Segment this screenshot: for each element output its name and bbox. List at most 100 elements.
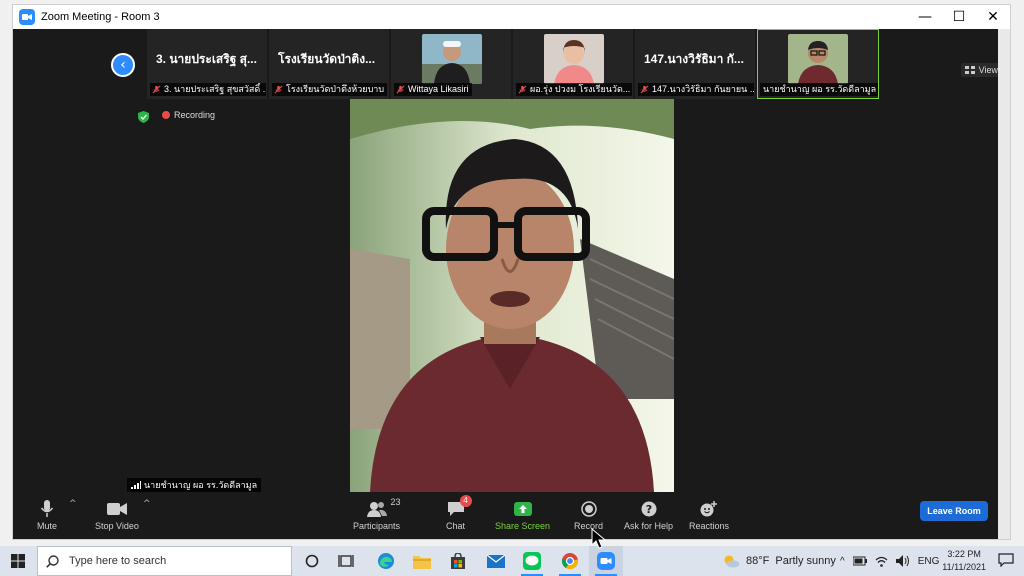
zoom-window: Zoom Meeting - Room 3 — ☐ ✕ ‹ 3. นายประเ…: [12, 4, 1011, 540]
participant-video-thumbnail: [544, 34, 604, 84]
cortana-circle-icon: [305, 554, 319, 568]
chat-label: Chat: [446, 521, 466, 531]
mic-muted-icon: [274, 85, 283, 94]
mic-muted-icon: [396, 85, 405, 94]
participant-name-label: Wittaya Likasiri: [394, 83, 472, 96]
taskbar-search-box[interactable]: Type here to search: [37, 546, 292, 576]
chat-button[interactable]: 4 Chat: [446, 495, 472, 531]
weather-temperature: 88°F: [746, 555, 770, 567]
edge-app[interactable]: [369, 546, 403, 576]
strip-prev-button[interactable]: ‹: [111, 53, 135, 77]
mouse-cursor-icon: [591, 528, 607, 549]
file-explorer-app[interactable]: [405, 546, 439, 576]
windows-taskbar: Type here to search 88°F Partly sunny ^ …: [0, 546, 1024, 576]
ask-for-help-button[interactable]: ? Ask for Help: [624, 499, 673, 531]
svg-text:?: ?: [645, 503, 651, 516]
search-placeholder: Type here to search: [69, 555, 167, 567]
record-icon: [580, 501, 597, 517]
participant-tile[interactable]: Wittaya Likasiri: [391, 29, 511, 99]
wifi-icon[interactable]: [875, 556, 888, 567]
participant-tile[interactable]: โรงเรียนวัดป่าติง... โรงเรียนวัดป่าตึงห้…: [269, 29, 389, 99]
cortana-button[interactable]: [295, 546, 329, 576]
speaker-volume-icon[interactable]: [895, 555, 910, 567]
active-speaker-tile[interactable]: นายชำนาญ ผอ รร.วัดดีลามูล: [757, 29, 879, 99]
mute-button[interactable]: Mute: [37, 499, 57, 531]
speaker-name-text: นายชำนาญ ผอ รร.วัดดีลามูล: [144, 480, 258, 490]
minimize-button[interactable]: —: [908, 5, 942, 29]
vertical-scrollbar[interactable]: [998, 29, 1010, 539]
audio-options-caret[interactable]: ^: [69, 499, 77, 509]
microphone-icon: [41, 500, 53, 517]
view-button[interactable]: View: [960, 63, 1002, 77]
signal-strength-icon: [131, 481, 141, 489]
recording-label: Recording: [174, 110, 216, 120]
battery-icon[interactable]: [852, 556, 867, 566]
shield-check-icon[interactable]: [138, 111, 149, 123]
participant-display-name: 147.นางวิรัธิมา กั...: [644, 52, 744, 66]
participants-label: Participants: [353, 521, 401, 531]
participant-video-thumbnail: [422, 34, 482, 84]
reactions-button[interactable]: Reactions: [689, 499, 729, 531]
title-bar: Zoom Meeting - Room 3 — ☐ ✕: [13, 5, 1010, 29]
action-center-notification-icon[interactable]: [998, 553, 1014, 567]
windows-logo-icon: [11, 554, 25, 568]
meeting-toolbar: Mute ^ Stop Video ^ 23 Participants 4 Ch…: [13, 493, 998, 539]
participant-name-text: นายชำนาญ ผอ รร.วัดดีลามูล: [763, 84, 877, 94]
video-options-caret[interactable]: ^: [143, 499, 151, 509]
mic-muted-icon: [518, 85, 527, 94]
participant-name-text: Wittaya Likasiri: [408, 84, 469, 94]
chrome-app[interactable]: [553, 546, 587, 576]
start-button[interactable]: [0, 546, 36, 576]
participant-display-name: โรงเรียนวัดป่าติง...: [278, 52, 376, 66]
ask-for-help-label: Ask for Help: [624, 521, 674, 531]
participants-icon: [366, 502, 387, 517]
recording-indicator: Recording: [162, 110, 215, 120]
help-question-icon: ?: [641, 501, 657, 517]
mail-app[interactable]: [479, 546, 513, 576]
participant-tile[interactable]: 147.นางวิรัธิมา กั... 147.นางวิรัธิมา กั…: [635, 29, 755, 99]
participant-name-text: โรงเรียนวัดป่าตึงห้วยบาบ: [286, 84, 385, 94]
participant-tile[interactable]: ผอ.รุ่ง ปวงม โรงเรียนวัด...: [513, 29, 633, 99]
close-button[interactable]: ✕: [976, 5, 1010, 29]
record-button[interactable]: Record: [574, 499, 603, 531]
show-hidden-icons-chevron-icon[interactable]: ^: [840, 556, 845, 567]
store-app[interactable]: [441, 546, 475, 576]
speaker-name-label: นายชำนาญ ผอ รร.วัดดีลามูล: [127, 478, 262, 492]
chrome-browser-icon: [561, 553, 579, 570]
maximize-button[interactable]: ☐: [942, 5, 976, 29]
video-camera-icon: [106, 503, 127, 515]
smiley-plus-icon: [700, 501, 718, 517]
task-view-button[interactable]: [329, 546, 363, 576]
stop-video-button[interactable]: Stop Video: [95, 499, 139, 531]
participant-name-text: ผอ.รุ่ง ปวงม โรงเรียนวัด...: [530, 84, 631, 94]
zoom-app-taskbar-icon: [597, 552, 615, 570]
participant-name-text: 3. นายประเสริฐ สุขสวัสดิ์ ...: [164, 84, 267, 94]
weather-widget[interactable]: 88°F Partly sunny: [722, 546, 836, 576]
partly-sunny-icon: [724, 555, 740, 568]
share-screen-icon: [513, 502, 532, 516]
mic-muted-icon: [640, 85, 649, 94]
store-bag-icon: [451, 553, 465, 569]
participant-name-label: 3. นายประเสริฐ สุขสวัสดิ์ ...: [150, 83, 267, 96]
search-icon: [46, 554, 59, 568]
zoom-taskbar-app[interactable]: [589, 546, 623, 576]
task-view-icon: [338, 555, 354, 567]
line-app[interactable]: [515, 546, 549, 576]
zoom-app-icon: [19, 9, 35, 25]
window-title: Zoom Meeting - Room 3: [41, 11, 160, 23]
clock-date: 11/11/2021: [942, 562, 986, 572]
leave-room-button[interactable]: Leave Room: [920, 501, 988, 521]
share-screen-button[interactable]: Share Screen: [495, 499, 550, 531]
stop-video-label: Stop Video: [95, 521, 139, 531]
taskbar-clock[interactable]: 3:22 PM 11/11/2021: [942, 548, 986, 574]
edge-browser-icon: [378, 553, 394, 569]
participant-video-thumbnail: [788, 34, 848, 84]
folder-icon: [413, 555, 431, 569]
line-messenger-icon: [523, 552, 541, 570]
participants-button[interactable]: 23 Participants: [353, 497, 401, 531]
input-language[interactable]: ENG: [918, 556, 940, 567]
share-screen-label: Share Screen: [495, 521, 551, 531]
participants-count: 23: [390, 497, 401, 507]
participant-tile[interactable]: 3. นายประเสริฐ สุ... 3. นายประเสริฐ สุขส…: [147, 29, 267, 99]
grid-view-icon: [964, 66, 975, 74]
